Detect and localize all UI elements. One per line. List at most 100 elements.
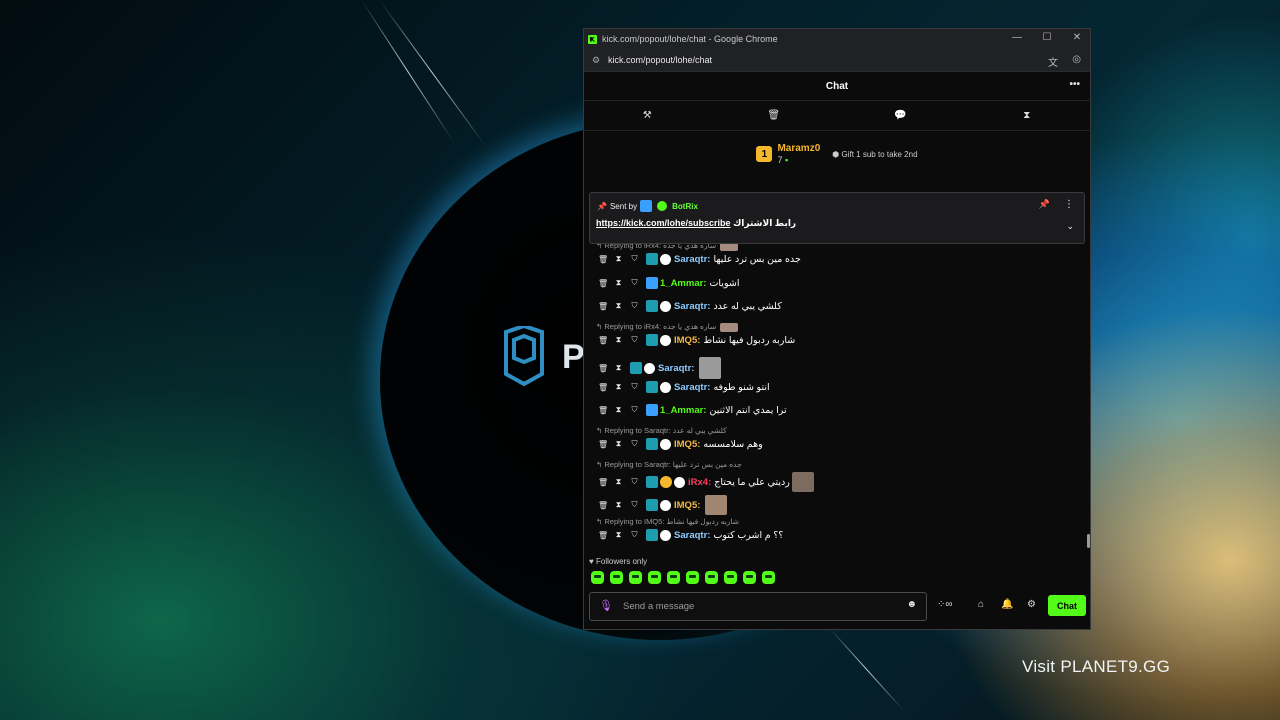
chat-message: 🗑 ⧗ ⛉ IMQ5: bbox=[598, 495, 728, 515]
delete-icon[interactable]: 🗑 bbox=[598, 364, 608, 373]
emote-button[interactable] bbox=[610, 571, 623, 584]
chat-message: 🗑 ⧗ Saraqtr: bbox=[598, 357, 722, 379]
pinned-menu-icon[interactable]: ⋮ bbox=[1064, 199, 1074, 210]
chat-scrollbar[interactable] bbox=[1087, 534, 1090, 548]
delete-icon[interactable]: 🗑 bbox=[598, 478, 608, 487]
message-placeholder[interactable]: Send a message bbox=[623, 601, 694, 612]
username[interactable]: IMQ5: bbox=[674, 500, 700, 511]
timeout-icon[interactable]: ⧗ bbox=[614, 278, 623, 288]
pinned-sender[interactable]: BotRix bbox=[672, 202, 698, 211]
pinned-sender-row: 📌 Sent by BotRix bbox=[597, 200, 698, 212]
emote-button[interactable] bbox=[705, 571, 718, 584]
notifications-icon[interactable]: 🔔 bbox=[1001, 599, 1013, 610]
delete-icon[interactable]: 🗑 bbox=[598, 336, 608, 345]
emote-button[interactable] bbox=[648, 571, 661, 584]
gifter-badge-icon bbox=[660, 499, 671, 511]
mod-toolbar: ⚒ 🗑 💬 ⧗ bbox=[584, 101, 1090, 131]
emote-button[interactable] bbox=[762, 571, 775, 584]
timeout-icon[interactable]: ⧗ bbox=[614, 301, 623, 311]
hourglass-icon[interactable]: ⧗ bbox=[964, 110, 1091, 121]
delete-icon[interactable]: 🗑 bbox=[598, 255, 608, 264]
delete-icon[interactable]: 🗑 bbox=[598, 406, 608, 415]
delete-icon[interactable]: 🗑 bbox=[598, 501, 608, 510]
light-streak bbox=[361, 0, 455, 144]
timeout-icon[interactable]: ⧗ bbox=[614, 530, 623, 540]
sub-badge-icon bbox=[646, 476, 658, 488]
subscribe-link[interactable]: https://kick.com/lohe/subscribe bbox=[596, 218, 731, 228]
timeout-icon[interactable]: ⧗ bbox=[614, 439, 623, 449]
message-text: جده مين بس ترد عليها bbox=[713, 253, 801, 265]
maximize-button[interactable]: ☐ bbox=[1040, 32, 1054, 43]
username[interactable]: Saraqtr: bbox=[674, 382, 710, 393]
delete-icon[interactable]: 🗑 bbox=[598, 279, 608, 288]
emoji-picker-icon[interactable]: ☻ bbox=[906, 599, 917, 610]
unpin-icon[interactable]: 📌 bbox=[1039, 199, 1050, 210]
shield-icon[interactable]: ⛉ bbox=[630, 301, 639, 311]
timeout-icon[interactable]: ⧗ bbox=[614, 500, 623, 510]
delete-icon[interactable]: 🗑 bbox=[598, 302, 608, 311]
timeout-icon[interactable]: ⧗ bbox=[614, 335, 623, 345]
ban-hammer-icon[interactable]: ⚒ bbox=[584, 110, 711, 121]
settings-gear-icon[interactable]: ⚙ bbox=[1027, 599, 1036, 610]
light-streak bbox=[829, 628, 904, 711]
delete-icon[interactable]: 🗑 bbox=[598, 383, 608, 392]
shield-icon[interactable]: ⛉ bbox=[630, 278, 639, 288]
username[interactable]: Saraqtr: bbox=[674, 301, 710, 312]
reply-context: ↰ Replying to Saraqtr: كلشي يبي له عدد bbox=[596, 426, 727, 435]
chat-bubble-icon[interactable]: 💬 bbox=[837, 110, 964, 121]
username[interactable]: IMQ5: bbox=[674, 439, 700, 450]
chat-popout-window: kick.com/popout/lohe/chat - Google Chrom… bbox=[583, 28, 1091, 630]
message-input[interactable]: 🎙 Send a message ☻ bbox=[589, 592, 927, 621]
emote-button[interactable] bbox=[743, 571, 756, 584]
emote-button[interactable] bbox=[591, 571, 604, 584]
timeout-icon[interactable]: ⧗ bbox=[614, 254, 623, 264]
url-text[interactable]: kick.com/popout/lohe/chat bbox=[608, 55, 712, 65]
username[interactable]: iRx4: bbox=[688, 477, 711, 488]
trash-icon[interactable]: 🗑 bbox=[711, 110, 838, 121]
username[interactable]: Saraqtr: bbox=[674, 530, 710, 541]
emote-image bbox=[699, 357, 722, 379]
chat-message: 🗑 ⧗ ⛉ Saraqtr: كلشي يبي له عدد bbox=[598, 300, 782, 312]
delete-icon[interactable]: 🗑 bbox=[598, 440, 608, 449]
shield-icon[interactable]: ⛉ bbox=[630, 335, 639, 345]
site-settings-icon[interactable]: ⚙ bbox=[592, 55, 602, 66]
leader-count: 7 ▪ bbox=[777, 155, 789, 165]
emote-button[interactable] bbox=[686, 571, 699, 584]
shield-icon[interactable]: ⛉ bbox=[630, 477, 639, 487]
gifter-badge-icon bbox=[644, 362, 655, 374]
chat-message: 🗑 ⧗ ⛉ Saraqtr: جده مين بس ترد عليها bbox=[598, 253, 801, 265]
points-icon[interactable]: ⁘∞ bbox=[937, 599, 953, 610]
close-button[interactable]: ✕ bbox=[1070, 32, 1084, 43]
shield-icon[interactable]: ⛉ bbox=[630, 254, 639, 264]
translate-icon[interactable]: 文 bbox=[1048, 54, 1058, 69]
timeout-icon[interactable]: ⧗ bbox=[614, 363, 623, 373]
username[interactable]: Saraqtr: bbox=[674, 254, 710, 265]
timeout-icon[interactable]: ⧗ bbox=[614, 477, 623, 487]
username[interactable]: 1_Ammar: bbox=[660, 405, 706, 416]
more-options-icon[interactable]: ••• bbox=[1069, 79, 1080, 90]
emote-button[interactable] bbox=[629, 571, 642, 584]
expand-chevron-icon[interactable]: ⌄ bbox=[1066, 221, 1074, 232]
shield-icon[interactable]: ⛉ bbox=[630, 500, 639, 510]
timeout-icon[interactable]: ⧗ bbox=[614, 382, 623, 392]
timeout-icon[interactable]: ⧗ bbox=[614, 405, 623, 415]
username[interactable]: IMQ5: bbox=[674, 335, 700, 346]
delete-icon[interactable]: 🗑 bbox=[598, 531, 608, 540]
shield-icon[interactable]: ⛉ bbox=[630, 530, 639, 540]
send-chat-button[interactable]: Chat bbox=[1048, 595, 1086, 616]
shield-icon[interactable]: ⛉ bbox=[630, 439, 639, 449]
username[interactable]: Saraqtr: bbox=[658, 363, 694, 374]
emote-button[interactable] bbox=[667, 571, 680, 584]
leader-name[interactable]: Maramz0 bbox=[777, 143, 820, 155]
username[interactable]: 1_Ammar: bbox=[660, 278, 706, 289]
shield-icon[interactable]: ⛉ bbox=[630, 382, 639, 392]
eye-off-icon[interactable]: ◎ bbox=[1072, 54, 1081, 65]
chat-message: 🗑 ⧗ ⛉ 1_Ammar: اشويات bbox=[598, 277, 739, 289]
emote-button[interactable] bbox=[724, 571, 737, 584]
minimize-button[interactable]: — bbox=[1010, 32, 1024, 43]
store-icon[interactable]: ⌂ bbox=[978, 599, 984, 610]
microphone-icon[interactable]: 🎙 bbox=[599, 599, 613, 612]
shield-icon[interactable]: ⛉ bbox=[630, 405, 639, 415]
sub-badge-icon bbox=[646, 334, 658, 346]
address-bar[interactable]: ⚙ kick.com/popout/lohe/chat 文 ◎ bbox=[584, 49, 1090, 72]
